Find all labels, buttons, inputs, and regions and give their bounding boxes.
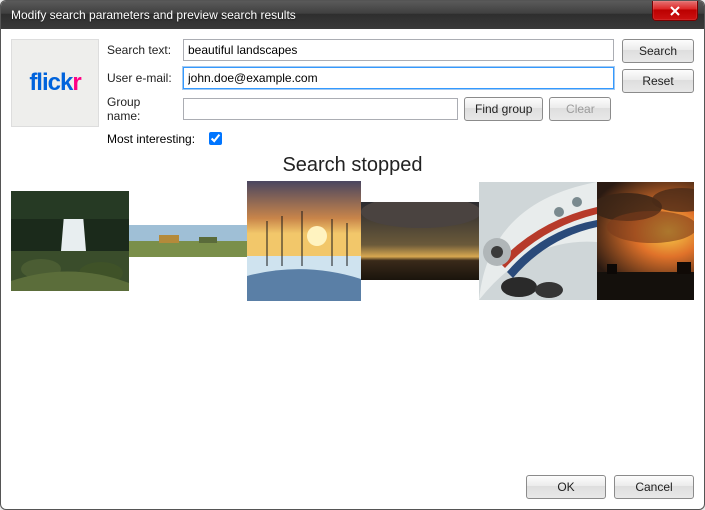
dialog-window: Modify search parameters and preview sea… xyxy=(0,0,705,510)
dialog-content: flickr Search text: User e-mail: Group n… xyxy=(1,29,704,509)
thumbnail[interactable] xyxy=(247,181,361,301)
close-button[interactable] xyxy=(652,1,698,21)
logo-text-accent: r xyxy=(72,69,80,97)
cancel-button[interactable]: Cancel xyxy=(614,475,694,499)
most-interesting-checkbox[interactable] xyxy=(209,132,222,145)
titlebar: Modify search parameters and preview sea… xyxy=(1,1,704,29)
reset-button[interactable]: Reset xyxy=(622,69,694,93)
find-group-button[interactable]: Find group xyxy=(464,97,543,121)
thumbnail[interactable] xyxy=(597,181,694,301)
flickr-logo: flickr xyxy=(11,39,99,127)
logo-text-main: flick xyxy=(29,69,72,97)
group-name-label: Group name: xyxy=(107,95,177,123)
thumbnail-strip xyxy=(11,181,694,301)
search-text-label: Search text: xyxy=(107,43,177,57)
thumbnail[interactable] xyxy=(129,181,247,301)
search-text-row: Search text: xyxy=(107,39,614,61)
form-column: Search text: User e-mail: Group name: Fi… xyxy=(107,39,614,148)
most-interesting-row: Most interesting: xyxy=(107,129,614,148)
user-email-label: User e-mail: xyxy=(107,71,177,85)
ok-button[interactable]: OK xyxy=(526,475,606,499)
clear-button[interactable]: Clear xyxy=(549,97,611,121)
thumbnail[interactable] xyxy=(11,181,129,301)
user-email-input[interactable] xyxy=(183,67,614,89)
window-title: Modify search parameters and preview sea… xyxy=(11,8,296,22)
side-buttons: Search Reset xyxy=(622,39,694,148)
group-name-row: Group name: Find group Clear xyxy=(107,95,614,123)
spacer xyxy=(11,301,694,465)
search-text-input[interactable] xyxy=(183,39,614,61)
status-text: Search stopped xyxy=(11,154,694,177)
close-icon xyxy=(669,6,681,16)
group-name-input[interactable] xyxy=(183,98,458,120)
most-interesting-label: Most interesting: xyxy=(107,132,195,146)
top-row: flickr Search text: User e-mail: Group n… xyxy=(11,39,694,148)
thumbnail[interactable] xyxy=(479,181,597,301)
thumbnail[interactable] xyxy=(361,181,479,301)
footer: OK Cancel xyxy=(11,465,694,499)
user-email-row: User e-mail: xyxy=(107,67,614,89)
search-button[interactable]: Search xyxy=(622,39,694,63)
